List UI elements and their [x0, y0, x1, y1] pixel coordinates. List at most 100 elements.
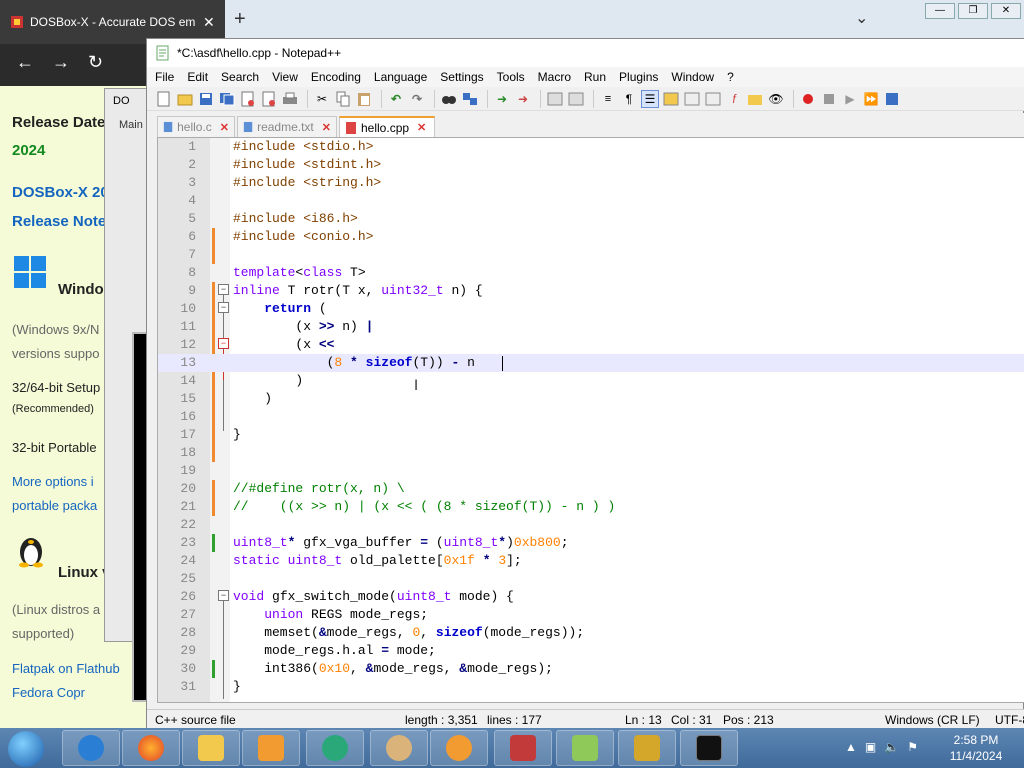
flatpak-link[interactable]: Flatpak on Flathub	[12, 661, 120, 676]
indent-guide-icon[interactable]: ☰	[641, 89, 659, 108]
function-list-icon[interactable]: f	[725, 90, 743, 108]
firefox-taskbar-button[interactable]	[122, 730, 180, 766]
close-tab-icon[interactable]: ✕	[220, 121, 229, 134]
portable-package-link[interactable]: portable packa	[12, 498, 97, 513]
close-tab-icon[interactable]: ✕	[322, 121, 331, 134]
save-icon[interactable]	[197, 90, 215, 108]
minimize-button[interactable]: —	[925, 3, 955, 19]
code-line: 5 #include <i86.h>	[188, 211, 358, 226]
menu-window[interactable]: Window	[671, 70, 714, 84]
dosbox-release-link[interactable]: DOSBox-X 20	[12, 184, 109, 201]
save-all-icon[interactable]	[218, 90, 236, 108]
tab-hello-cpp[interactable]: hello.cpp ✕	[339, 116, 435, 137]
reload-icon[interactable]: ↻	[88, 52, 103, 73]
forward-icon[interactable]: →	[52, 52, 70, 73]
status-line-number: Ln : 13	[625, 713, 662, 727]
close-all-icon[interactable]	[260, 90, 278, 108]
menu-run[interactable]: Run	[584, 70, 606, 84]
folder-workspace-icon[interactable]	[746, 90, 764, 108]
menu-view[interactable]: View	[272, 70, 298, 84]
print-icon[interactable]	[281, 90, 299, 108]
windows-logo-icon	[14, 256, 46, 288]
record-macro-icon[interactable]	[799, 90, 817, 108]
replace-icon[interactable]	[461, 90, 479, 108]
code-line: 9 inline T rotr(T x, uint32_t n) {	[188, 283, 483, 298]
release-notes-link[interactable]: Release Note	[12, 213, 106, 230]
status-encoding: UTF-8	[995, 713, 1024, 727]
menu-help[interactable]: ?	[727, 70, 734, 84]
menu-edit[interactable]: Edit	[187, 70, 208, 84]
show-all-chars-icon[interactable]: ¶	[620, 90, 638, 108]
tab-hello-c[interactable]: hello.c ✕	[157, 116, 235, 137]
start-button[interactable]	[8, 731, 44, 767]
doc-map-icon[interactable]	[683, 90, 701, 108]
dosbox-taskbar-button[interactable]	[618, 730, 676, 766]
save-macro-icon[interactable]	[883, 90, 901, 108]
notepadpp-taskbar-button[interactable]	[556, 730, 614, 766]
menu-encoding[interactable]: Encoding	[311, 70, 361, 84]
play-macro-icon[interactable]: ▶	[841, 90, 859, 108]
volume-muted-icon[interactable]: 🔈	[884, 740, 899, 754]
close-file-icon[interactable]	[239, 90, 257, 108]
back-icon[interactable]: ←	[16, 52, 34, 73]
menu-settings[interactable]: Settings	[440, 70, 483, 84]
network-icon[interactable]: ▣	[865, 740, 876, 754]
close-window-button[interactable]: ✕	[991, 3, 1021, 19]
menu-plugins[interactable]: Plugins	[619, 70, 658, 84]
paint-taskbar-button[interactable]	[370, 730, 428, 766]
sync-horizontal-icon[interactable]	[567, 90, 585, 108]
copy-icon[interactable]	[334, 90, 352, 108]
app-taskbar-button[interactable]	[306, 730, 364, 766]
new-file-icon[interactable]	[155, 90, 173, 108]
udl-icon[interactable]	[662, 90, 680, 108]
system-clock[interactable]: 2:58 PM 11/4/2024	[940, 732, 1012, 764]
scratch-cat-icon	[446, 735, 472, 761]
menu-tools[interactable]: Tools	[497, 70, 525, 84]
new-tab-button[interactable]: +	[234, 8, 246, 31]
stop-macro-icon[interactable]	[820, 90, 838, 108]
ie-taskbar-button[interactable]	[62, 730, 120, 766]
undo-icon[interactable]: ↶	[387, 90, 405, 108]
sync-vertical-icon[interactable]	[546, 90, 564, 108]
doc-list-icon[interactable]	[704, 90, 722, 108]
more-options-link[interactable]: More options i	[12, 474, 94, 489]
console-taskbar-button[interactable]	[680, 730, 738, 766]
menu-macro[interactable]: Macro	[538, 70, 571, 84]
open-file-icon[interactable]	[176, 90, 194, 108]
setup-label[interactable]: 32/64-bit Setup	[12, 380, 100, 395]
code-line: 15 )	[180, 391, 273, 406]
show-hidden-icons[interactable]: ▲	[845, 740, 857, 754]
close-tab-icon[interactable]: ✕	[417, 121, 426, 134]
portable-label[interactable]: 32-bit Portable	[12, 440, 97, 455]
zoom-out-icon[interactable]: ➜	[514, 90, 532, 108]
find-icon[interactable]	[440, 90, 458, 108]
run-macro-multiple-icon[interactable]: ⏩	[862, 90, 880, 108]
redo-icon[interactable]: ↷	[408, 90, 426, 108]
dosbox-title: DO	[113, 95, 130, 107]
paste-icon[interactable]	[355, 90, 373, 108]
code-app-taskbar-button[interactable]	[494, 730, 552, 766]
tab-list-dropdown-icon[interactable]: ⌄	[855, 8, 868, 28]
media-player-icon	[258, 735, 284, 761]
monitoring-icon[interactable]: 👁	[767, 90, 785, 108]
scratch-taskbar-button[interactable]	[430, 730, 488, 766]
npp-title-bar[interactable]: *C:\asdf\hello.cpp - Notepad++	[147, 39, 1024, 67]
word-wrap-icon[interactable]: ≡	[599, 90, 617, 108]
menu-file[interactable]: File	[155, 70, 174, 84]
close-tab-icon[interactable]: ✕	[203, 14, 215, 31]
code-line: 24 static uint8_t old_palette[0x1f * 3];	[180, 553, 522, 568]
zoom-in-icon[interactable]: ➜	[493, 90, 511, 108]
dosbox-menu-main[interactable]: Main	[119, 119, 143, 131]
cut-icon[interactable]: ✂	[313, 90, 331, 108]
explorer-taskbar-button[interactable]	[182, 730, 240, 766]
menu-language[interactable]: Language	[374, 70, 427, 84]
restore-button[interactable]: ❐	[958, 3, 988, 19]
media-player-taskbar-button[interactable]	[242, 730, 300, 766]
fedora-copr-link[interactable]: Fedora Copr	[12, 685, 85, 700]
tab-readme-txt[interactable]: readme.txt ✕	[237, 116, 337, 137]
code-editor[interactable]: − − − − 1 #include <stdio.h> 2 #include <s…	[157, 137, 1024, 703]
menu-search[interactable]: Search	[221, 70, 259, 84]
action-center-flag-icon[interactable]: ⚑	[907, 740, 918, 754]
code-line: 14 )	[180, 373, 304, 388]
code-line: 21// ((x >> n) | (x << ( (8 * sizeof(T))…	[180, 499, 616, 514]
